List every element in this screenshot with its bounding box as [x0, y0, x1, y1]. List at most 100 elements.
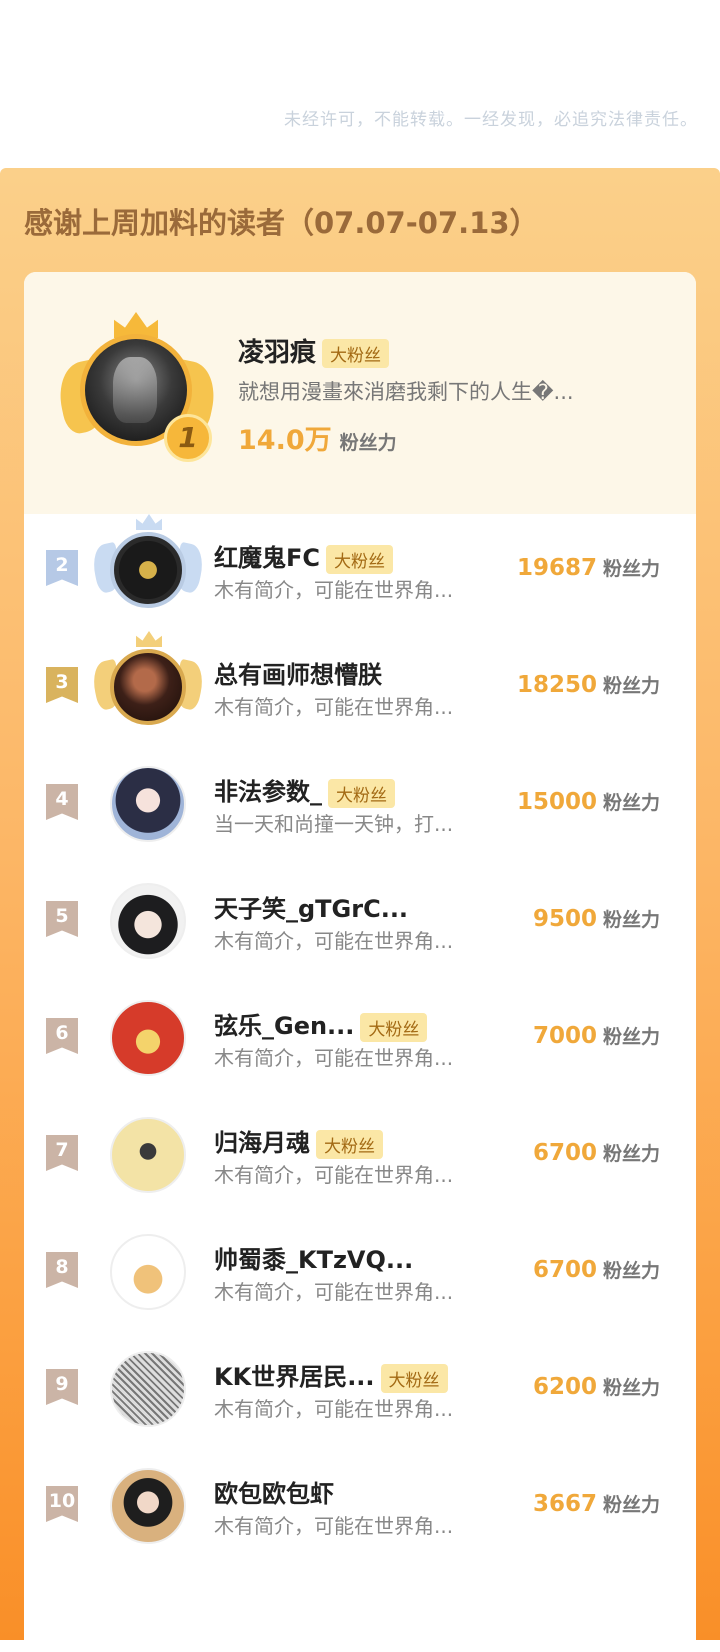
rank-ribbon: 6	[46, 1018, 78, 1054]
fan-power-unit: 粉丝力	[602, 675, 660, 697]
avatar[interactable]	[110, 1351, 186, 1427]
avatar[interactable]	[110, 1468, 186, 1544]
user-name: 帅蜀黍_KTzVQ...	[214, 1240, 413, 1275]
user-name: 总有画师想懵朕	[214, 655, 382, 690]
user-bio: 木有简介，可能在世界角...	[214, 1514, 454, 1538]
avatar[interactable]	[110, 883, 186, 959]
fan-power-unit: 粉丝力	[602, 558, 660, 580]
rank-number: 3	[55, 671, 69, 693]
rank-ribbon: 2	[46, 550, 78, 586]
rank-1-entry[interactable]: 1 凌羽痕 大粉丝 就想用漫畫來消磨我剩下的人生�... 14.0万 粉丝力	[24, 272, 696, 514]
user-name-text: 欧包欧包虾	[214, 1480, 334, 1508]
rank-ribbon: 4	[46, 784, 78, 820]
rank-number: 9	[55, 1373, 69, 1395]
fan-power-value: 6700	[532, 1140, 597, 1166]
avatar[interactable]	[110, 532, 186, 608]
avatar[interactable]	[110, 1234, 186, 1310]
rank-row[interactable]: 9 KK世界居民... 大粉丝木有简介，可能在世界角... 6200 粉丝力	[24, 1333, 696, 1451]
fan-power-unit: 粉丝力	[602, 909, 660, 931]
rank-row[interactable]: 3 总有画师想懵朕木有简介，可能在世界角... 18250 粉丝力	[24, 631, 696, 749]
user-bio: 木有简介，可能在世界角...	[214, 1046, 454, 1070]
fan-tag: 大粉丝	[326, 544, 394, 574]
fan-power-value: 9500	[532, 906, 597, 932]
user-name-text: 红魔鬼FC	[214, 544, 321, 572]
user-name-text: 天子笑_gTGrC...	[214, 895, 409, 923]
rank-number: 6	[55, 1022, 69, 1044]
user-name: 凌羽痕 大粉丝	[238, 332, 390, 369]
rank-row[interactable]: 4 非法参数_ 大粉丝当一天和尚撞一天钟，打... 15000 粉丝力	[24, 748, 696, 866]
user-name: 归海月魂 大粉丝	[214, 1123, 383, 1159]
fan-power-unit: 粉丝力	[602, 792, 660, 814]
rank-row[interactable]: 7 归海月魂 大粉丝木有简介，可能在世界角... 6700 粉丝力	[24, 1099, 696, 1217]
user-name-text: 弦乐_Gen...	[214, 1012, 355, 1040]
fan-tag: 大粉丝	[328, 778, 395, 808]
rank-row[interactable]: 5 天子笑_gTGrC... 木有简介，可能在世界角... 9500 粉丝力	[24, 865, 696, 983]
fan-power-unit: 粉丝力	[602, 1494, 660, 1516]
avatar[interactable]	[110, 1117, 186, 1193]
fan-power-unit: 粉丝力	[602, 1377, 660, 1399]
user-name-text: KK世界居民...	[214, 1363, 375, 1391]
fan-power: 3667 粉丝力	[533, 1490, 660, 1517]
rank-ribbon: 10	[46, 1486, 78, 1522]
rank-ribbon: 9	[46, 1369, 78, 1405]
rank-row[interactable]: 8 帅蜀黍_KTzVQ... 木有简介，可能在世界角... 6700 粉丝力	[24, 1216, 696, 1334]
user-name: 非法参数_ 大粉丝	[214, 772, 395, 808]
user-bio: 木有简介，可能在世界角...	[214, 695, 454, 719]
user-name-text: 帅蜀黍_KTzVQ...	[214, 1246, 414, 1274]
fan-power-value: 18250	[516, 672, 597, 698]
panel-title: 感谢上周加料的读者（07.07-07.13）	[24, 206, 539, 240]
user-name: 欧包欧包虾	[214, 1474, 334, 1509]
rank-number: 8	[55, 1256, 69, 1278]
rank-number: 2	[55, 554, 69, 576]
user-name: 天子笑_gTGrC...	[214, 889, 408, 924]
fan-power-value: 6200	[532, 1374, 597, 1400]
user-bio: 木有简介，可能在世界角...	[214, 1397, 454, 1421]
fan-power-unit: 粉丝力	[602, 1026, 660, 1048]
fan-tag: 大粉丝	[380, 1363, 448, 1393]
fan-power: 6700 粉丝力	[533, 1256, 660, 1283]
fan-power: 19687 粉丝力	[517, 554, 660, 581]
rank-ribbon: 5	[46, 901, 78, 937]
user-bio: 木有简介，可能在世界角...	[214, 1163, 454, 1187]
user-name-text: 总有画师想懵朕	[214, 661, 382, 689]
fan-power: 7000 粉丝力	[533, 1022, 660, 1049]
fan-power-value: 19687	[516, 555, 597, 581]
rank-number: 4	[55, 788, 69, 810]
fan-tag: 大粉丝	[316, 1129, 383, 1159]
fan-power-unit: 粉丝力	[339, 432, 397, 454]
avatar[interactable]	[110, 1000, 186, 1076]
rank-1-avatar-frame: 1	[52, 312, 222, 472]
ranking-card: 1 凌羽痕 大粉丝 就想用漫畫來消磨我剩下的人生�... 14.0万 粉丝力 2 红魔…	[24, 272, 696, 1652]
fan-power-value: 3667	[532, 1491, 597, 1517]
rank-ribbon: 8	[46, 1252, 78, 1288]
rank-row[interactable]: 2 红魔鬼FC 大粉丝木有简介，可能在世界角... 19687 粉丝力	[24, 514, 696, 632]
rank-ribbon: 7	[46, 1135, 78, 1171]
fan-power-unit: 粉丝力	[602, 1143, 660, 1165]
avatar[interactable]	[110, 766, 186, 842]
user-bio: 当一天和尚撞一天钟，打...	[214, 812, 454, 836]
user-bio: 木有简介，可能在世界角...	[214, 929, 454, 953]
fan-power: 15000 粉丝力	[517, 788, 660, 815]
fan-power: 14.0万 粉丝力	[238, 418, 397, 457]
user-bio: 木有简介，可能在世界角...	[214, 578, 454, 602]
fan-power: 6700 粉丝力	[533, 1139, 660, 1166]
fan-power: 6200 粉丝力	[533, 1373, 660, 1400]
user-name-text: 归海月魂	[214, 1129, 310, 1157]
fan-power: 9500 粉丝力	[533, 905, 660, 932]
user-bio: 木有简介，可能在世界角...	[214, 1280, 454, 1304]
fan-power: 18250 粉丝力	[517, 671, 660, 698]
rank-badge: 1	[164, 414, 212, 462]
fan-tag: 大粉丝	[360, 1012, 428, 1042]
fan-power-value: 6700	[532, 1257, 597, 1283]
user-name-text: 非法参数_	[214, 778, 322, 806]
fan-power-value: 7000	[532, 1023, 597, 1049]
rank-row[interactable]: 10 欧包欧包虾木有简介，可能在世界角... 3667 粉丝力	[24, 1450, 696, 1568]
fan-power-value: 15000	[516, 789, 597, 815]
copyright-notice: 未经许可，不能转载。一经发现，必追究法律责任。	[284, 110, 698, 130]
user-name: KK世界居民... 大粉丝	[214, 1357, 448, 1393]
avatar[interactable]	[110, 649, 186, 725]
user-name: 弦乐_Gen... 大粉丝	[214, 1006, 428, 1042]
rank-number: 10	[48, 1490, 76, 1512]
user-name: 红魔鬼FC 大粉丝	[214, 538, 394, 574]
rank-row[interactable]: 6 弦乐_Gen... 大粉丝木有简介，可能在世界角... 7000 粉丝力	[24, 982, 696, 1100]
